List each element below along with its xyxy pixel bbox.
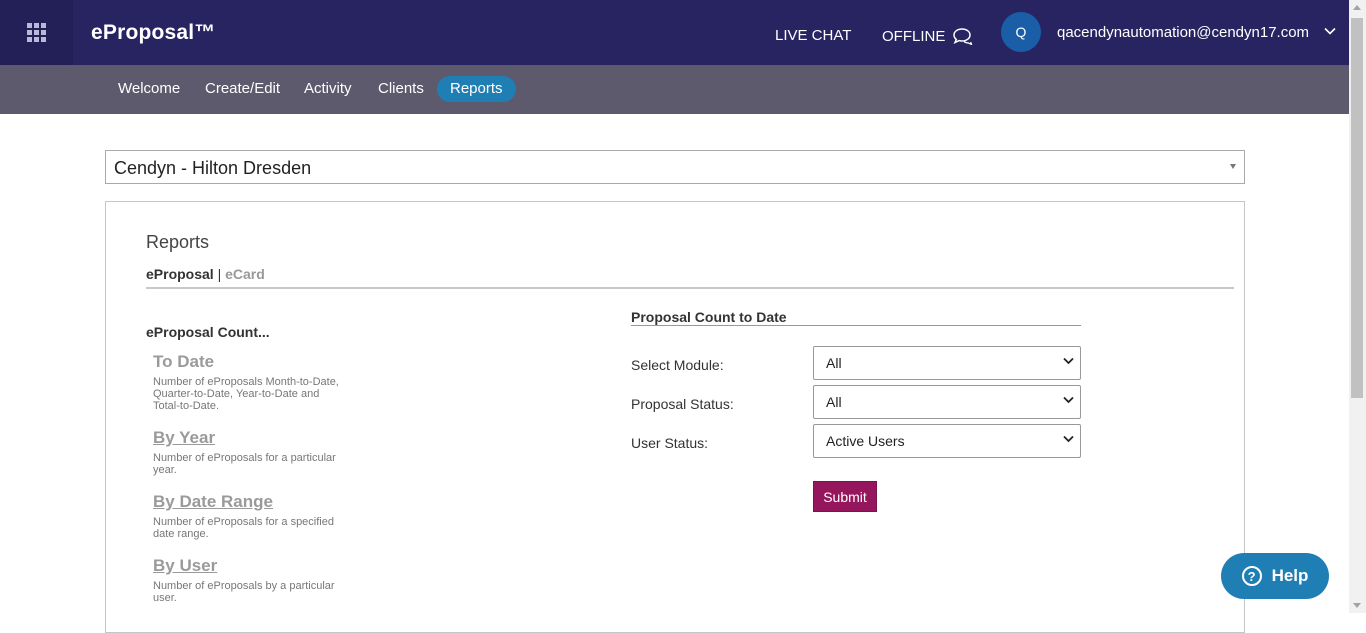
user-email[interactable]: qacendynautomation@cendyn17.com (1057, 24, 1309, 41)
scroll-down-icon[interactable] (1353, 603, 1361, 608)
apps-grid-icon (27, 23, 46, 42)
help-button[interactable]: ? Help (1221, 553, 1329, 599)
brand-logo[interactable]: eProposal™ (91, 21, 216, 45)
report-type-tabs: eProposal | eCard (146, 266, 265, 282)
report-desc-to-date: Number of eProposals Month-to-Date, Quar… (153, 376, 339, 412)
report-link-by-user[interactable]: By User (153, 556, 217, 576)
chevron-down-icon[interactable] (1324, 27, 1336, 35)
tab-eproposal[interactable]: eProposal (146, 266, 214, 282)
tabs-divider (146, 287, 1234, 289)
tab-reports[interactable]: Reports (437, 76, 516, 102)
apps-menu-button[interactable] (0, 0, 73, 65)
user-status-label: User Status: (631, 435, 709, 451)
form-title-underline (631, 325, 1081, 326)
tab-clients[interactable]: Clients (365, 76, 437, 102)
page-title: Reports (146, 232, 210, 252)
dropdown-arrow-icon (1230, 164, 1236, 169)
avatar[interactable]: Q (1001, 12, 1041, 52)
report-link-by-year[interactable]: By Year (153, 428, 215, 448)
scrollbar-thumb[interactable] (1351, 18, 1363, 398)
count-section-heading: eProposal Count... (146, 324, 270, 340)
user-status-value: Active Users (826, 433, 905, 449)
help-label: Help (1271, 566, 1309, 585)
submit-button[interactable]: Submit (813, 481, 877, 512)
offline-status[interactable]: OFFLINE (882, 27, 973, 45)
proposal-status-label: Proposal Status: (631, 396, 734, 412)
chevron-down-icon (1063, 357, 1074, 365)
user-status-dropdown[interactable]: Active Users (813, 424, 1081, 458)
report-desc-by-date-range: Number of eProposals for a specified dat… (153, 516, 334, 540)
select-module-dropdown[interactable]: All (813, 346, 1081, 380)
tab-ecard[interactable]: eCard (225, 266, 265, 282)
offline-label: OFFLINE (882, 27, 946, 45)
report-desc-by-year: Number of eProposals for a particular ye… (153, 452, 336, 476)
form-title: Proposal Count to Date (631, 309, 787, 325)
tab-create-edit[interactable]: Create/Edit (192, 76, 293, 102)
proposal-status-dropdown[interactable]: All (813, 385, 1081, 419)
chevron-down-icon (1063, 435, 1074, 443)
select-module-label: Select Module: (631, 357, 724, 373)
report-link-to-date[interactable]: To Date (153, 352, 214, 372)
tab-activity[interactable]: Activity (291, 76, 365, 102)
property-select[interactable]: Cendyn - Hilton Dresden (105, 150, 1245, 184)
tab-separator: | (217, 266, 222, 282)
chat-bubble-icon (953, 28, 973, 45)
scroll-up-icon[interactable] (1353, 5, 1361, 10)
top-bar: eProposal™ LIVE CHAT OFFLINE Q qacendyna… (0, 0, 1349, 65)
page-scrollbar[interactable] (1349, 0, 1366, 613)
select-module-value: All (826, 355, 842, 371)
question-icon: ? (1241, 566, 1262, 586)
report-link-by-date-range[interactable]: By Date Range (153, 492, 273, 512)
live-chat-link[interactable]: LIVE CHAT (775, 27, 851, 44)
main-nav: Welcome Create/Edit Activity Clients Rep… (0, 65, 1349, 114)
report-desc-by-user: Number of eProposals by a particular use… (153, 580, 335, 604)
tab-welcome[interactable]: Welcome (105, 76, 193, 102)
property-select-value: Cendyn - Hilton Dresden (114, 158, 312, 178)
proposal-status-value: All (826, 394, 842, 410)
chevron-down-icon (1063, 396, 1074, 404)
